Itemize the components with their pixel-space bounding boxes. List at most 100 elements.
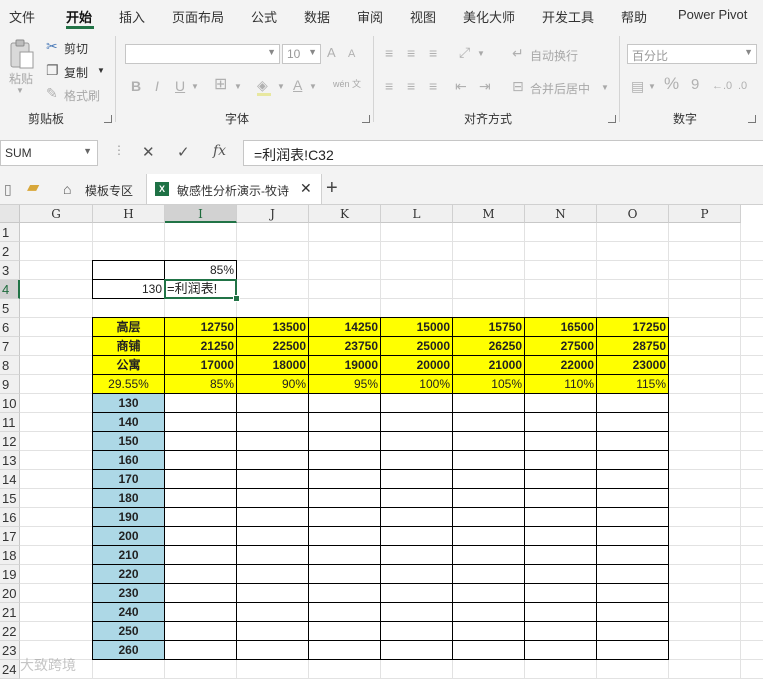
clipboard-launcher-icon[interactable] (104, 115, 112, 123)
result-cell[interactable] (452, 469, 525, 489)
fill-color-icon[interactable]: ◈ (257, 77, 268, 93)
value-cell[interactable]: 17000 (164, 355, 237, 375)
rate-cell[interactable]: 100% (380, 374, 453, 394)
merge-center-button[interactable]: 合并后居中 (530, 80, 590, 97)
row-header-15[interactable]: 15 (0, 489, 20, 508)
select-all-corner[interactable] (0, 205, 20, 223)
shrink-font-icon[interactable]: A (348, 46, 355, 62)
result-cell[interactable] (236, 412, 309, 432)
result-cell[interactable] (380, 393, 453, 413)
tab-review[interactable]: 审阅 (357, 7, 383, 26)
result-cell[interactable] (164, 431, 237, 451)
result-cell[interactable] (596, 412, 669, 432)
orientation-icon[interactable]: ⤢ (459, 44, 470, 60)
chevron-down-icon[interactable]: ▼ (477, 49, 485, 58)
column-header-K[interactable]: K (309, 205, 381, 223)
rate-cell[interactable]: 115% (596, 374, 669, 394)
result-cell[interactable] (596, 431, 669, 451)
format-painter-button[interactable]: 格式刷 (64, 87, 100, 104)
result-cell[interactable] (380, 431, 453, 451)
result-cell[interactable] (524, 583, 597, 603)
row-header-19[interactable]: 19 (0, 565, 20, 584)
column-header-P[interactable]: P (669, 205, 741, 223)
number-format-combo[interactable]: 百分比 ▼ (627, 44, 757, 64)
tab-beautify[interactable]: 美化大师 (463, 7, 515, 26)
result-cell[interactable] (596, 640, 669, 660)
underline-button[interactable]: U (175, 78, 185, 94)
row-header-6[interactable]: 6 (0, 318, 20, 337)
active-cell-I4[interactable]: =利润表! (164, 279, 237, 299)
result-cell[interactable] (164, 412, 237, 432)
row-header-10[interactable]: 10 (0, 394, 20, 413)
row-header-3[interactable]: 3 (0, 261, 20, 280)
tab-page-layout[interactable]: 页面布局 (172, 7, 224, 26)
borders-icon[interactable]: ⊞ (214, 77, 227, 93)
column-header-I[interactable]: I (165, 205, 237, 223)
column-header-L[interactable]: L (381, 205, 453, 223)
value-cell[interactable]: 14250 (308, 317, 381, 337)
file-icon[interactable]: ▯ (4, 181, 12, 197)
result-cell[interactable] (164, 545, 237, 565)
result-cell[interactable] (308, 507, 381, 527)
value-cell[interactable]: 28750 (596, 336, 669, 356)
result-cell[interactable] (452, 526, 525, 546)
category-label[interactable]: 商铺 (92, 336, 165, 356)
result-cell[interactable] (596, 545, 669, 565)
value-cell[interactable]: 15750 (452, 317, 525, 337)
accounting-format-icon[interactable]: ▤ (631, 78, 644, 94)
increase-indent-icon[interactable]: ⇥ (479, 78, 491, 94)
result-cell[interactable] (452, 431, 525, 451)
cut-button[interactable]: 剪切 (64, 40, 88, 57)
result-cell[interactable] (308, 564, 381, 584)
result-cell[interactable] (164, 583, 237, 603)
result-cell[interactable] (452, 488, 525, 508)
result-cell[interactable] (164, 469, 237, 489)
row-header-7[interactable]: 7 (0, 337, 20, 356)
tab-insert[interactable]: 插入 (119, 7, 145, 26)
chevron-down-icon[interactable]: ▼ (309, 82, 317, 91)
align-right-icon[interactable]: ≡ (429, 78, 437, 94)
doc-tab-active[interactable]: X 敏感性分析演示-牧诗 ✕ (146, 174, 322, 204)
result-cell[interactable] (236, 526, 309, 546)
chevron-down-icon[interactable]: ▼ (648, 82, 656, 91)
row-header-21[interactable]: 21 (0, 603, 20, 622)
result-cell[interactable] (164, 507, 237, 527)
result-cell[interactable] (308, 545, 381, 565)
result-cell[interactable] (236, 507, 309, 527)
category-label[interactable]: 公寓 (92, 355, 165, 375)
paste-button[interactable] (8, 38, 36, 70)
price-cell[interactable]: 210 (92, 545, 165, 565)
result-cell[interactable] (452, 602, 525, 622)
value-cell[interactable]: 12750 (164, 317, 237, 337)
row-header-14[interactable]: 14 (0, 470, 20, 489)
value-cell[interactable]: 25000 (380, 336, 453, 356)
value-cell[interactable]: 17250 (596, 317, 669, 337)
result-cell[interactable] (380, 488, 453, 508)
row-header-18[interactable]: 18 (0, 546, 20, 565)
result-cell[interactable] (380, 526, 453, 546)
formula-input[interactable]: =利润表!C32 (243, 140, 763, 166)
decrease-decimal-icon[interactable]: .0 (738, 78, 747, 94)
doc-tab-templates[interactable]: ⌂ 模板专区 (55, 174, 145, 204)
price-cell[interactable]: 130 (92, 393, 165, 413)
value-cell[interactable]: 22000 (524, 355, 597, 375)
close-tab-icon[interactable]: ✕ (300, 180, 312, 197)
category-label[interactable]: 高层 (92, 317, 165, 337)
font-name-combo[interactable]: ▼ (125, 44, 280, 64)
result-cell[interactable] (164, 621, 237, 641)
result-cell[interactable] (164, 640, 237, 660)
result-cell[interactable] (524, 564, 597, 584)
alignment-launcher-icon[interactable] (608, 115, 616, 123)
insert-function-button[interactable]: fx (213, 143, 226, 159)
result-cell[interactable] (308, 621, 381, 641)
value-cell[interactable]: 19000 (308, 355, 381, 375)
row-header-9[interactable]: 9 (0, 375, 20, 394)
result-cell[interactable] (236, 640, 309, 660)
price-cell[interactable]: 230 (92, 583, 165, 603)
rate-cell[interactable]: 90% (236, 374, 309, 394)
row-header-20[interactable]: 20 (0, 584, 20, 603)
price-cell[interactable]: 190 (92, 507, 165, 527)
column-header-G[interactable]: G (20, 205, 93, 223)
result-cell[interactable] (164, 450, 237, 470)
tab-help[interactable]: 帮助 (621, 7, 647, 26)
